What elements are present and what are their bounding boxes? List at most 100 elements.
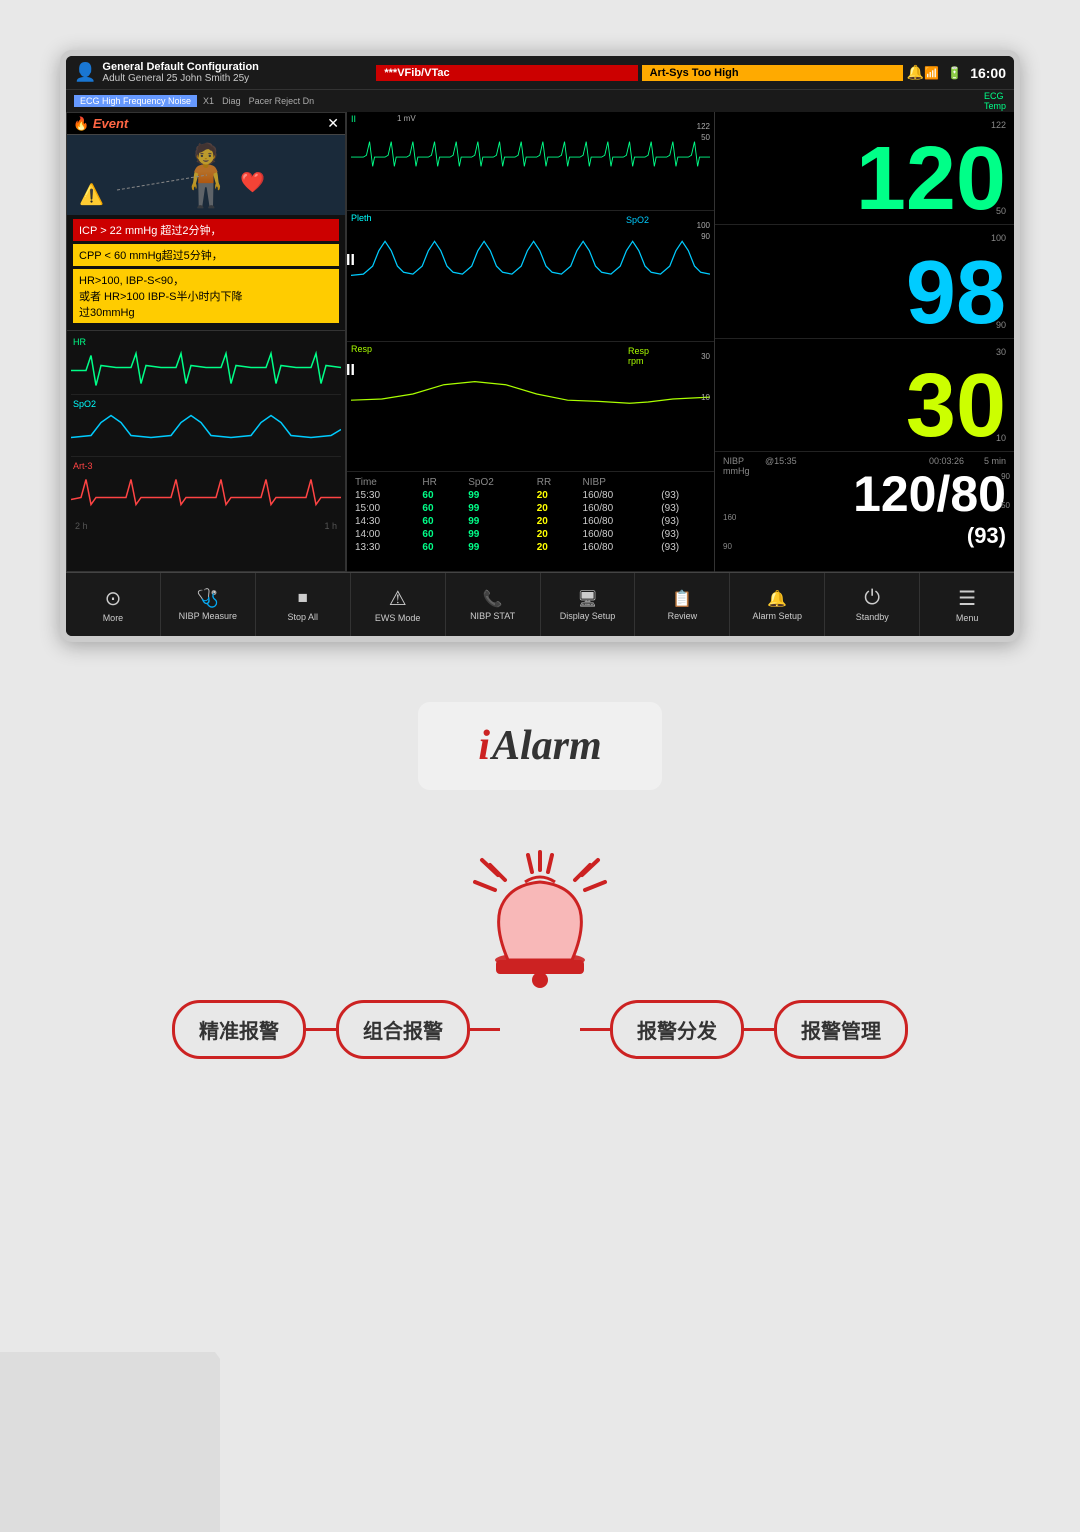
ecg-wave-section: II 1 mV 122 50 <box>347 112 714 211</box>
toolbar-nibp-measure-button[interactable]: 🩺 NIBP Measure <box>161 573 256 636</box>
event-title-bar: 🔥 Event ✕ <box>67 113 345 135</box>
cell-spo2: 99 <box>464 515 533 528</box>
mini-waveforms: HR SpO2 Art-3 <box>67 330 345 531</box>
monitor-header: 👤 General Default Configuration Adult Ge… <box>66 56 1014 90</box>
toolbar-stop-all-button[interactable]: ⏹ Stop All <box>256 573 351 636</box>
art-wave-svg <box>71 467 341 517</box>
alert-bar: ***VFib/VTac Art-Sys Too High 🔔 <box>376 64 924 81</box>
toolbar-standby-button[interactable]: ⏻ Standby <box>825 573 920 636</box>
resp-scale-values: 30 10 <box>701 352 710 402</box>
alarm-tag-combo: 组合报警 <box>336 1000 470 1059</box>
toolbar-ews-mode-button[interactable]: ⚠ EWS Mode <box>351 573 446 636</box>
cell-spo2: 99 <box>464 541 533 554</box>
col-hr: HR <box>418 476 464 489</box>
review-label: Review <box>668 611 698 621</box>
event-close-button[interactable]: ✕ <box>327 115 339 132</box>
monitor-toolbar: ⊙ More 🩺 NIBP Measure ⏹ Stop All ⚠ EWS M… <box>66 572 1014 636</box>
arrow-connector-1 <box>306 1028 336 1031</box>
stop-all-icon: ⏹ <box>298 587 308 610</box>
cell-time: 14:00 <box>351 528 418 541</box>
time-label-2h: 2 h <box>75 521 88 531</box>
cell-map: (93) <box>657 515 710 528</box>
ecg-wave-label: II <box>351 114 356 124</box>
ecg-scale-top: 122 <box>991 120 1006 130</box>
nibp-scale-right: 90 50 <box>1001 472 1014 510</box>
alarm-bell-icon: 🔔 <box>907 64 924 81</box>
toolbar-alarm-setup-button[interactable]: 🔔 Alarm Setup <box>730 573 825 636</box>
menu-icon: ☰ <box>958 586 976 611</box>
monitor-main: II II 🔥 Event ✕ 🧍 ⚠️ ❤️ <box>66 112 1014 572</box>
spo2-numeric-section: 100 98 90 <box>715 225 1014 338</box>
spo2-wave-svg <box>71 405 341 455</box>
resp-scale-top: 30 <box>996 347 1006 357</box>
hr-wave-label: HR <box>73 337 86 347</box>
event-title: 🔥 Event <box>73 116 128 132</box>
mini-time-labels: 2 h 1 h <box>71 521 341 531</box>
col-time: Time <box>351 476 418 489</box>
display-setup-icon: 🖥 <box>577 589 597 609</box>
arc-shape <box>0 1352 220 1532</box>
alarm-diagram-section: 精准报警 组合报警 报警分发 报警管理 <box>0 850 1080 1059</box>
cell-hr: 60 <box>418 502 464 515</box>
spo2-wave-label: SpO2 <box>73 399 96 409</box>
alarm-setup-icon: 🔔 <box>767 589 787 609</box>
ecg-scale-high: 122 <box>697 122 710 131</box>
battery-icon: 🔋 <box>947 66 962 80</box>
ecg-tempo-label: ECGTemp <box>984 91 1006 111</box>
patient-icon: 👤 <box>74 62 96 83</box>
hr-wave-svg <box>71 343 341 393</box>
nibp-stat-label: NIBP STAT <box>470 611 515 621</box>
cell-time: 13:30 <box>351 541 418 554</box>
ecg-big-value: 120 <box>856 139 1006 220</box>
spo2-big-value: 98 <box>906 253 1006 334</box>
cell-hr: 60 <box>418 489 464 502</box>
resp-scale-10: 10 <box>701 393 710 402</box>
cell-nibp: 160/80 <box>579 528 658 541</box>
cell-map: (93) <box>657 528 710 541</box>
table-row: 13:30 60 99 20 160/80 (93) <box>351 541 710 554</box>
nibp-map-value: (93) <box>967 523 1006 549</box>
cell-hr: 60 <box>418 515 464 528</box>
cell-nibp: 160/80 <box>579 515 658 528</box>
table-row: 14:30 60 99 20 160/80 (93) <box>351 515 710 528</box>
pleth-scale-90: 90 <box>697 232 710 241</box>
clock-display: 16:00 <box>970 65 1006 81</box>
nibp-time-label: @15:35 <box>765 456 797 466</box>
vitals-table: Time HR SpO2 RR NIBP 15:30 60 99 20 <box>347 472 714 571</box>
toolbar-review-button[interactable]: 📋 Review <box>635 573 730 636</box>
event-panel: 🔥 Event ✕ 🧍 ⚠️ ❤️ ICP > 22 mmHg 超过2分钟， C… <box>66 112 346 572</box>
toolbar-menu-button[interactable]: ☰ Menu <box>920 573 1014 636</box>
alarm-tag-manage: 报警管理 <box>774 1000 908 1059</box>
display-setup-label: Display Setup <box>560 611 616 621</box>
col-map <box>657 476 710 489</box>
cell-time: 15:30 <box>351 489 418 502</box>
arrow-connector-4 <box>744 1028 774 1031</box>
col-nibp: NIBP <box>579 476 658 489</box>
vfib-alert: ***VFib/VTac <box>376 65 637 81</box>
nibp-duration-label: 5 min <box>984 456 1006 466</box>
toolbar-more-button[interactable]: ⊙ More <box>66 573 161 636</box>
mini-hr-wave: HR <box>71 335 341 395</box>
art-wave-label: Art-3 <box>73 461 93 471</box>
table-row: 15:30 60 99 20 160/80 (93) <box>351 489 710 502</box>
menu-label: Menu <box>956 613 979 623</box>
nibp-measure-icon: 🩺 <box>197 588 219 609</box>
standby-icon: ⏻ <box>864 587 880 610</box>
ecg-scale-bottom: 50 <box>996 206 1006 216</box>
resp-scale-bottom: 10 <box>996 433 1006 443</box>
wifi-icon: 📶 <box>924 66 939 80</box>
cell-rr: 20 <box>533 515 579 528</box>
cell-time: 14:30 <box>351 515 418 528</box>
cell-map: (93) <box>657 502 710 515</box>
nibp-stat-icon: 📞 <box>483 589 503 609</box>
alarm-tag-precise: 精准报警 <box>172 1000 306 1059</box>
cell-rr: 20 <box>533 528 579 541</box>
mini-spo2-wave: SpO2 <box>71 397 341 457</box>
pleth-wave-section: Pleth SpO2 100 90 <box>347 211 714 341</box>
toolbar-nibp-stat-button[interactable]: 📞 NIBP STAT <box>446 573 541 636</box>
sub-alert-bar: ECG High Frequency Noise X1 Diag Pacer R… <box>66 90 1014 112</box>
resp-big-value: 30 <box>906 366 1006 447</box>
event-alert-hr: HR>100, IBP-S<90， 或者 HR>100 IBP-S半小时内下降 … <box>73 269 339 323</box>
resp-wave-label: Resp <box>351 344 372 354</box>
toolbar-display-setup-button[interactable]: 🖥 Display Setup <box>541 573 636 636</box>
